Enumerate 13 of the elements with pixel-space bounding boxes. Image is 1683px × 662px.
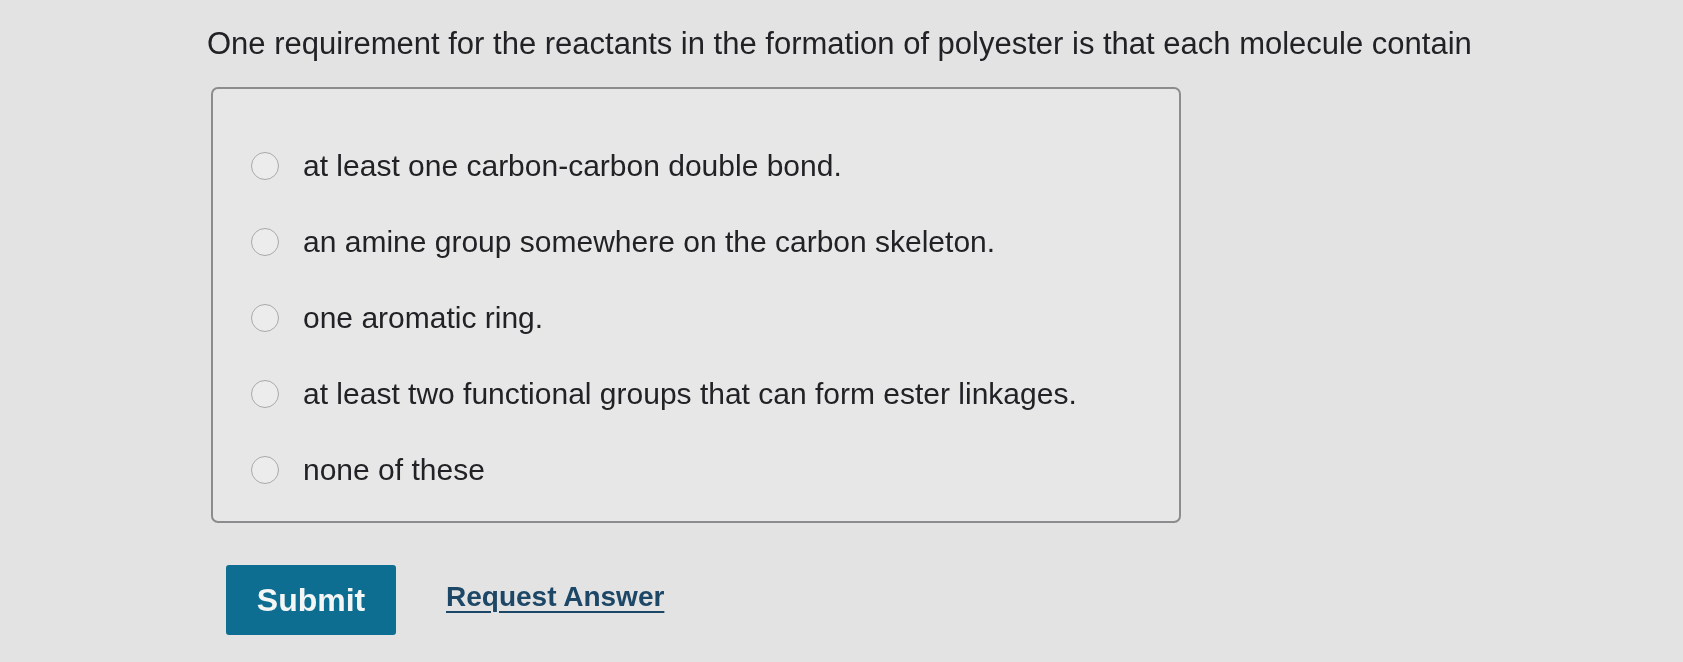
radio-button[interactable] — [251, 228, 279, 256]
option-label[interactable]: at least one carbon-carbon double bond. — [303, 147, 842, 185]
request-answer-link[interactable]: Request Answer — [446, 581, 665, 613]
radio-button[interactable] — [251, 304, 279, 332]
radio-button[interactable] — [251, 380, 279, 408]
question-text: One requirement for the reactants in the formation of polyester is that each molecule contain — [207, 25, 1472, 63]
radio-button[interactable] — [251, 456, 279, 484]
radio-button[interactable] — [251, 152, 279, 180]
option-label[interactable]: none of these — [303, 451, 485, 489]
option-label[interactable]: at least two functional groups that can form ester linkages. — [303, 375, 1077, 413]
option-label[interactable]: an amine group somewhere on the carbon skeleton. — [303, 223, 996, 261]
submit-button[interactable]: Submit — [226, 565, 396, 635]
option-label[interactable]: one aromatic ring. — [303, 299, 544, 337]
